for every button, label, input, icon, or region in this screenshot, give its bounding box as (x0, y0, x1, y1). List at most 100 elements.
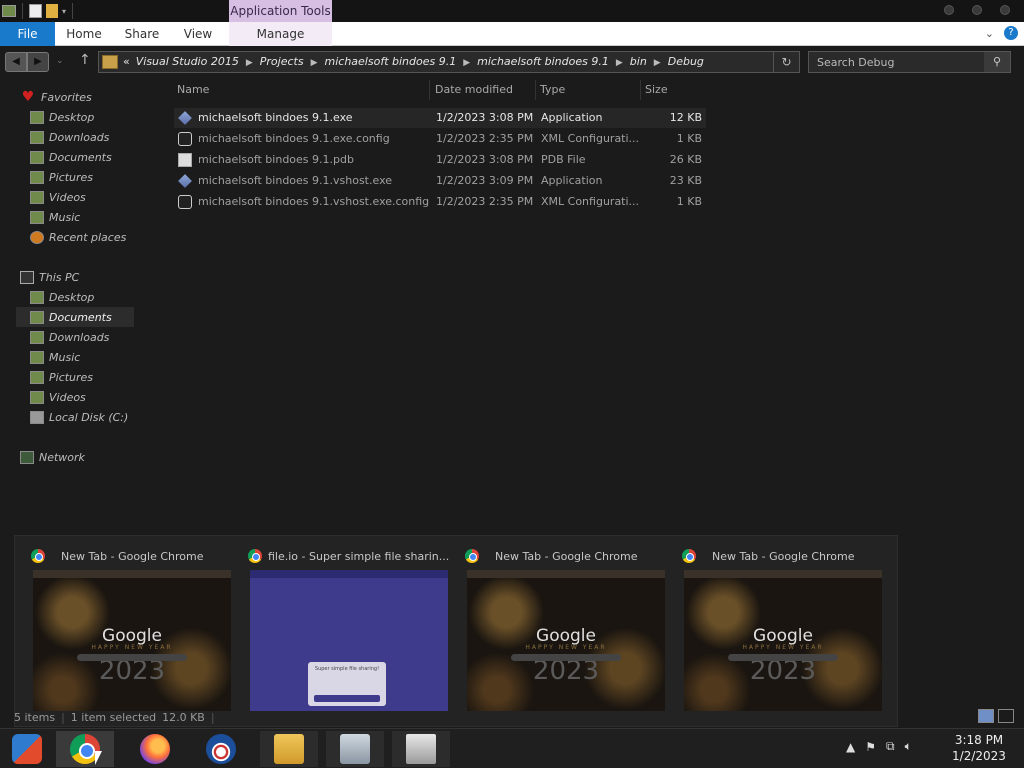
sidebar-item-label: Network (39, 450, 85, 464)
thumbnail-window[interactable]: New Tab - Google Chrome Google HAPPY NEW … (465, 536, 679, 726)
quick-access-toolbar: ▾ (2, 3, 75, 19)
sidebar-item-pc-videos[interactable]: Videos (30, 387, 86, 407)
table-row[interactable]: michaelsoft bindoes 9.1.exe.config 1/2/2… (174, 129, 706, 149)
thumbnail-image[interactable]: Google HAPPY NEW YEAR 2023 (33, 570, 231, 711)
minimize-button[interactable] (944, 5, 954, 15)
breadcrumb-item[interactable]: bin (630, 55, 647, 68)
breadcrumb-separator-icon[interactable]: ▶ (654, 58, 661, 68)
table-row[interactable]: michaelsoft bindoes 9.1.exe 1/2/2023 3:0… (174, 108, 706, 128)
thumbnail-window[interactable]: New Tab - Google Chrome Google HAPPY NEW … (682, 536, 896, 726)
file-size: 23 KB (669, 174, 702, 187)
taskbar-chrome[interactable] (56, 731, 114, 767)
sidebar-item-label: Local Disk (C:) (49, 410, 129, 424)
breadcrumb-item[interactable]: michaelsoft bindoes 9.1 (477, 55, 609, 68)
table-row[interactable]: michaelsoft bindoes 9.1.vshost.exe.confi… (174, 192, 706, 212)
network-icon (20, 450, 34, 464)
sidebar-item-videos[interactable]: Videos (30, 187, 86, 207)
column-header-name[interactable]: Name (174, 80, 430, 100)
sidebar-item-pictures[interactable]: Pictures (30, 167, 93, 187)
column-header-date[interactable]: Date modified (432, 80, 536, 100)
browser-toolbar (250, 570, 448, 578)
search-input[interactable] (809, 52, 985, 72)
action-center-flag-icon[interactable]: ⚑ (865, 740, 876, 754)
sidebar-network[interactable]: Network (20, 447, 85, 467)
new-folder-icon[interactable] (46, 4, 58, 18)
thumbnail-image[interactable]: Google HAPPY NEW YEAR 2023 (684, 570, 882, 711)
customize-toolbar-icon[interactable]: ▾ (62, 7, 66, 16)
help-icon[interactable]: ? (1004, 26, 1018, 40)
sidebar-item-documents[interactable]: Documents (30, 147, 112, 167)
back-button[interactable]: ◀ (5, 52, 27, 72)
breadcrumb-overflow[interactable]: « (123, 55, 130, 68)
folder-icon (102, 55, 118, 69)
sidebar-item-pc-documents[interactable]: Documents (16, 307, 134, 327)
start-button[interactable] (0, 731, 54, 767)
doodle-caption: HAPPY NEW YEAR (525, 644, 607, 651)
tab-manage[interactable]: Manage (229, 22, 332, 46)
close-button[interactable] (1000, 5, 1010, 15)
tab-file[interactable]: File (0, 22, 55, 46)
forward-button[interactable]: ▶ (27, 52, 49, 72)
taskbar-file-explorer[interactable] (260, 731, 318, 767)
sidebar-item-pc-desktop[interactable]: Desktop (30, 287, 94, 307)
tab-home[interactable]: Home (58, 22, 110, 46)
sidebar-item-desktop[interactable]: Desktop (30, 107, 94, 127)
refresh-button[interactable]: ↻ (773, 52, 799, 72)
sidebar-item-pc-downloads[interactable]: Downloads (30, 327, 109, 347)
network-icon[interactable]: ⧉ (886, 739, 895, 754)
address-bar[interactable]: « Visual Studio 2015 ▶ Projects ▶ michaelsoft… (98, 51, 800, 73)
clock-time: 3:18 PM (954, 733, 1004, 747)
recent-locations-icon[interactable]: ⌄ (56, 56, 64, 66)
selection-count: 1 item selected (70, 710, 157, 724)
column-header-type[interactable]: Type (537, 80, 641, 100)
file-name: michaelsoft bindoes 9.1.vshost.exe (198, 174, 393, 187)
tab-share[interactable]: Share (114, 22, 170, 46)
file-date: 1/2/2023 3:08 PM (436, 153, 534, 166)
taskbar-firefox[interactable] (126, 731, 184, 767)
sidebar-item-local-disk[interactable]: Local Disk (C:) (30, 407, 128, 427)
search-bar (511, 654, 621, 661)
breadcrumb-separator-icon[interactable]: ▶ (463, 58, 470, 68)
sidebar-this-pc[interactable]: This PC (20, 267, 79, 287)
column-header-size[interactable]: Size (642, 80, 706, 100)
sidebar-item-pc-pictures[interactable]: Pictures (30, 367, 93, 387)
search-icon[interactable]: ⚲ (984, 52, 1010, 72)
table-row[interactable]: michaelsoft bindoes 9.1.vshost.exe 1/2/2… (174, 171, 706, 191)
details-view-icon[interactable] (978, 709, 994, 723)
sidebar-item-pc-music[interactable]: Music (30, 347, 80, 367)
properties-icon[interactable] (29, 4, 42, 18)
breadcrumb-item[interactable]: Debug (668, 55, 704, 68)
taskbar-resource-monitor[interactable] (326, 731, 384, 767)
taskbar-store[interactable] (392, 731, 450, 767)
tab-view[interactable]: View (173, 22, 223, 46)
breadcrumb-item[interactable]: Projects (260, 55, 304, 68)
thumbnail-window[interactable]: New Tab - Google Chrome Google HAPPY NEW … (31, 536, 245, 726)
sidebar-item-downloads[interactable]: Downloads (30, 127, 109, 147)
show-hidden-icons-icon[interactable]: ▲ (846, 740, 855, 754)
breadcrumb-separator-icon[interactable]: ▶ (311, 58, 318, 68)
maximize-button[interactable] (972, 5, 982, 15)
breadcrumb-item[interactable]: michaelsoft bindoes 9.1 (325, 55, 457, 68)
thumbnail-window[interactable]: file.io - Super simple file sharin... Su… (248, 536, 462, 726)
large-icons-view-icon[interactable] (998, 709, 1014, 723)
taskbar-obama-app[interactable] (192, 731, 250, 767)
breadcrumb-separator-icon[interactable]: ▶ (616, 58, 623, 68)
start-icon (12, 734, 42, 764)
sidebar-item-music[interactable]: Music (30, 207, 80, 227)
up-button[interactable]: ↑ (79, 52, 91, 68)
breadcrumb-separator-icon[interactable]: ▶ (246, 58, 253, 68)
status-divider: | (210, 710, 215, 724)
system-tray: ▲ ⚑ ⧉ 🔈︎ (846, 739, 912, 754)
volume-icon[interactable]: 🔈︎ (905, 739, 912, 754)
breadcrumb-item[interactable]: Visual Studio 2015 (136, 55, 239, 68)
file-date: 1/2/2023 2:35 PM (436, 195, 534, 208)
sidebar-item-recent-places[interactable]: Recent places (30, 227, 126, 247)
system-clock[interactable]: 3:18 PM 1/2/2023 (948, 732, 1010, 764)
sidebar-item-label: Favorites (41, 90, 92, 104)
thumbnail-image[interactable]: Google HAPPY NEW YEAR 2023 (467, 570, 665, 711)
expand-ribbon-icon[interactable]: ⌄ (985, 27, 994, 40)
sidebar-favorites[interactable]: ♥ Favorites (20, 87, 92, 107)
doodle-caption: HAPPY NEW YEAR (742, 644, 824, 651)
thumbnail-image[interactable]: Super simple file sharing! (250, 570, 448, 711)
table-row[interactable]: michaelsoft bindoes 9.1.pdb 1/2/2023 3:0… (174, 150, 706, 170)
